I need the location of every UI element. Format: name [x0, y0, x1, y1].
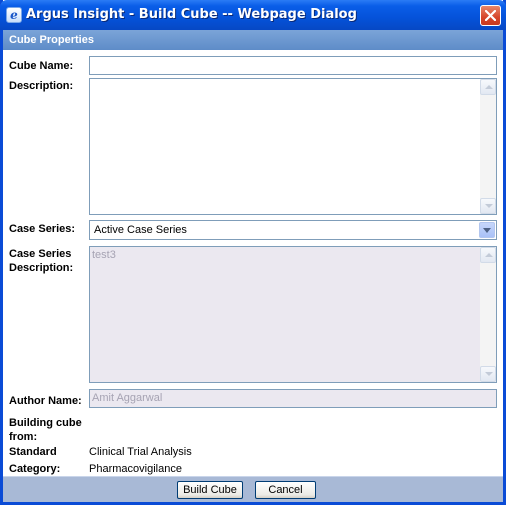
dropdown-button[interactable]	[479, 222, 495, 238]
cube-name-label: Cube Name:	[9, 60, 74, 72]
window-title: Argus Insight - Build Cube -- Webpage Di…	[26, 7, 357, 22]
title-bar[interactable]: e Argus Insight - Build Cube -- Webpage …	[0, 0, 506, 30]
cancel-button[interactable]: Cancel	[255, 481, 316, 499]
arrow-down-icon	[485, 204, 493, 208]
cube-properties-header: Cube Properties	[3, 30, 503, 50]
ie-icon: e	[6, 7, 22, 23]
cube-name-input[interactable]	[89, 56, 497, 75]
dialog-window: e Argus Insight - Build Cube -- Webpage …	[0, 0, 506, 505]
author-name-label: Author Name:	[9, 395, 82, 407]
scroll-down-button[interactable]	[480, 198, 496, 214]
standard-value: Clinical Trial Analysis	[89, 446, 192, 458]
case-series-label: Case Series:	[9, 223, 76, 235]
category-value: Pharmacovigilance	[89, 463, 182, 475]
description-label: Description:	[9, 80, 74, 92]
case-series-desc-scrollbar[interactable]	[480, 247, 496, 382]
arrow-up-icon	[485, 253, 493, 257]
scroll-down-button[interactable]	[480, 366, 496, 382]
category-label: Category:	[9, 463, 61, 475]
dialog-footer: Build Cube Cancel	[3, 476, 503, 502]
description-scrollbar[interactable]	[480, 79, 496, 214]
close-button[interactable]	[480, 5, 501, 26]
case-series-selected: Active Case Series	[94, 224, 187, 236]
chevron-down-icon	[483, 228, 491, 233]
author-name-field: Amit Aggarwal	[89, 389, 497, 408]
case-series-desc-label: Case Series Description:	[9, 248, 74, 274]
description-textarea[interactable]	[89, 78, 497, 215]
case-series-description-textarea: test3	[89, 246, 497, 383]
arrow-down-icon	[485, 372, 493, 376]
scroll-up-button[interactable]	[480, 79, 496, 95]
standard-label: Standard	[9, 446, 57, 458]
scroll-up-button[interactable]	[480, 247, 496, 263]
close-icon	[485, 10, 496, 21]
building-cube-from-label: Building cube from:	[9, 417, 82, 443]
arrow-up-icon	[485, 85, 493, 89]
build-cube-button[interactable]: Build Cube	[177, 481, 243, 499]
case-series-select[interactable]: Active Case Series	[89, 220, 497, 240]
